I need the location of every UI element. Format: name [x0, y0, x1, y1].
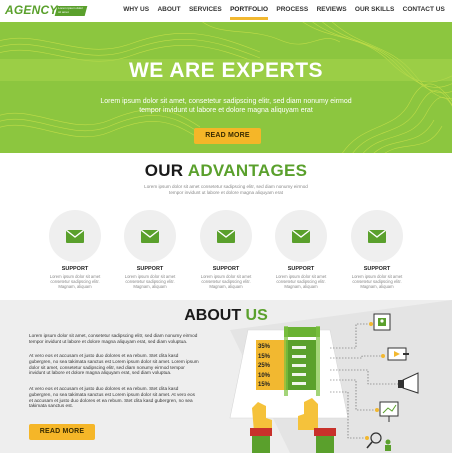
feature-icon-circle	[275, 210, 327, 262]
about-paragraph: At vero eos et accusam et justo duo dolo…	[29, 353, 199, 376]
nav-services[interactable]: SERVICES	[185, 6, 226, 18]
envelope-icon	[141, 230, 159, 243]
feature-label: SUPPORT	[287, 266, 315, 272]
main-menu: WHY US ABOUT SERVICES PORTFOLIO PROCESS …	[119, 6, 449, 20]
feature-icon-circle	[200, 210, 252, 262]
envelope-icon	[368, 230, 386, 243]
feature-label: SUPPORT	[136, 266, 164, 272]
advantages-title-highlight: ADVANTAGES	[187, 161, 308, 180]
feature-card[interactable]: SUPPORT Lorem ipsum dolor sit amet conse…	[273, 210, 329, 290]
advantages-description: Lorem ipsum dolor sit amet consetetur sa…	[144, 184, 308, 195]
feature-label: SUPPORT	[61, 266, 89, 272]
video-icon	[387, 347, 409, 361]
feature-icon-circle	[124, 210, 176, 262]
stat-label: 15%	[258, 353, 271, 360]
presentation-board	[229, 326, 349, 419]
envelope-icon	[292, 230, 310, 243]
feature-card[interactable]: SUPPORT Lorem ipsum dolor sit amet conse…	[122, 210, 178, 290]
nav-why-us[interactable]: WHY US	[119, 6, 153, 18]
about-paragraph: Lorem ipsum dolor sit amet, consetetur s…	[29, 333, 198, 344]
nav-process[interactable]: PROCESS	[272, 6, 312, 18]
feature-text: Lorem ipsum dolor sit amet consetetur sa…	[124, 274, 176, 290]
about-title-main: ABOUT	[184, 307, 246, 324]
envelope-icon	[66, 230, 84, 243]
feature-text: Lorem ipsum dolor sit amet consetetur sa…	[200, 274, 252, 290]
logo-tagline: Lorem ipsum dolor sit amet	[58, 6, 83, 14]
hero-subtitle: Lorem ipsum dolor sit amet, consetetur s…	[100, 98, 352, 114]
feature-icon-circle	[351, 210, 403, 262]
about-title-highlight: US	[245, 307, 268, 324]
top-navbar: AGENCY Lorem ipsum dolor sit amet WHY US…	[0, 0, 452, 22]
hero-title: WE ARE EXPERTS	[128, 59, 324, 82]
stat-label: 15%	[258, 382, 271, 389]
logo-tagline-badge: Lorem ipsum dolor sit amet	[54, 6, 88, 16]
stat-label: 10%	[258, 372, 271, 379]
about-paragraph: At vero eos et accusam et justo duo dolo…	[29, 386, 195, 409]
hero-banner: WE ARE EXPERTS Lorem ipsum dolor sit ame…	[0, 22, 452, 153]
feature-label: SUPPORT	[363, 266, 391, 272]
nav-about[interactable]: ABOUT	[153, 6, 184, 18]
about-read-more-button[interactable]: READ MORE	[29, 424, 95, 440]
about-title: ABOUT US	[0, 307, 452, 325]
stat-label: 25%	[258, 363, 271, 370]
feature-card[interactable]: SUPPORT Lorem ipsum dolor sit amet conse…	[349, 210, 405, 290]
hero-read-more-button[interactable]: READ MORE	[194, 128, 261, 144]
nav-reviews[interactable]: REVIEWS	[312, 6, 350, 18]
about-stats: 35% 15% 25% 10% 15%	[258, 343, 278, 391]
feature-text: Lorem ipsum dolor sit amet consetetur sa…	[275, 274, 327, 290]
nav-our-skills[interactable]: OUR SKILLS	[351, 6, 399, 18]
advantages-title-main: OUR	[144, 161, 188, 180]
feature-card[interactable]: SUPPORT Lorem ipsum dolor sit amet conse…	[47, 210, 103, 290]
nav-portfolio[interactable]: PORTFOLIO	[226, 6, 272, 20]
feature-text: Lorem ipsum dolor sit amet consetetur sa…	[351, 274, 403, 290]
feature-icon-circle	[49, 210, 101, 262]
feature-label: SUPPORT	[212, 266, 240, 272]
stat-label: 35%	[258, 344, 271, 350]
feature-text: Lorem ipsum dolor sit amet consetetur sa…	[49, 274, 101, 290]
nav-contact-us[interactable]: CONTACT US	[398, 6, 449, 18]
feature-card[interactable]: SUPPORT Lorem ipsum dolor sit amet conse…	[198, 210, 254, 290]
envelope-icon	[217, 230, 235, 243]
advantages-title: OUR ADVANTAGES	[0, 161, 452, 181]
logo[interactable]: AGENCY	[5, 3, 58, 17]
